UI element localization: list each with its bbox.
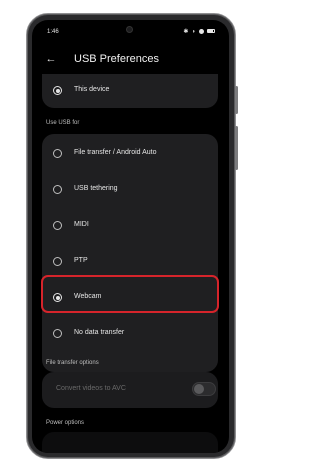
battery-icon [207,29,215,34]
use-usb-for-card: File transfer / Android Auto USB tetheri… [42,134,218,372]
radio-icon[interactable] [53,149,62,158]
back-arrow-icon[interactable]: ← [44,52,58,66]
option-file-transfer[interactable]: File transfer / Android Auto [42,138,218,168]
option-label: USB tethering [74,185,118,192]
notification-dot-icon [199,28,205,34]
wifi-icon: ◗ [192,29,197,35]
radio-selected-icon[interactable] [53,86,62,95]
power-options-card [42,432,218,453]
radio-icon[interactable] [53,185,62,194]
status-time: 1:46 [47,29,59,35]
toggle-knob [194,384,204,394]
status-icons: ✱ ◗ [183,28,215,35]
status-bar: 1:46 ✱ ◗ [32,20,229,46]
convert-videos-row[interactable]: Convert videos to AVC [42,372,218,408]
bluetooth-icon: ✱ [183,29,190,35]
option-no-data-transfer[interactable]: No data transfer [42,318,218,348]
phone-screen: 1:46 ✱ ◗ ← USB Preferences This device U… [32,20,229,453]
option-this-device[interactable]: This device [42,76,218,106]
section-power-options: Power options [46,420,85,426]
radio-icon[interactable] [53,221,62,230]
option-ptp[interactable]: PTP [42,246,218,276]
convert-videos-toggle[interactable] [192,382,216,396]
power-button [235,126,238,170]
volume-button [235,86,238,114]
option-label: This device [74,86,110,93]
front-camera [126,26,133,33]
section-use-usb-for: Use USB for [46,120,80,126]
option-label: No data transfer [74,329,125,336]
webcam-highlight-box [41,275,219,313]
option-usb-tethering[interactable]: USB tethering [42,174,218,204]
page-title: USB Preferences [74,53,159,65]
option-midi[interactable]: MIDI [42,210,218,240]
app-bar: ← USB Preferences [32,48,229,72]
option-label: File transfer / Android Auto [74,149,157,156]
option-label: MIDI [74,221,89,228]
option-label: PTP [74,257,88,264]
radio-icon[interactable] [53,257,62,266]
convert-videos-label: Convert videos to AVC [56,385,126,392]
power-source-card: This device [42,74,218,108]
radio-icon[interactable] [53,329,62,338]
section-file-transfer-options: File transfer options [46,360,99,366]
